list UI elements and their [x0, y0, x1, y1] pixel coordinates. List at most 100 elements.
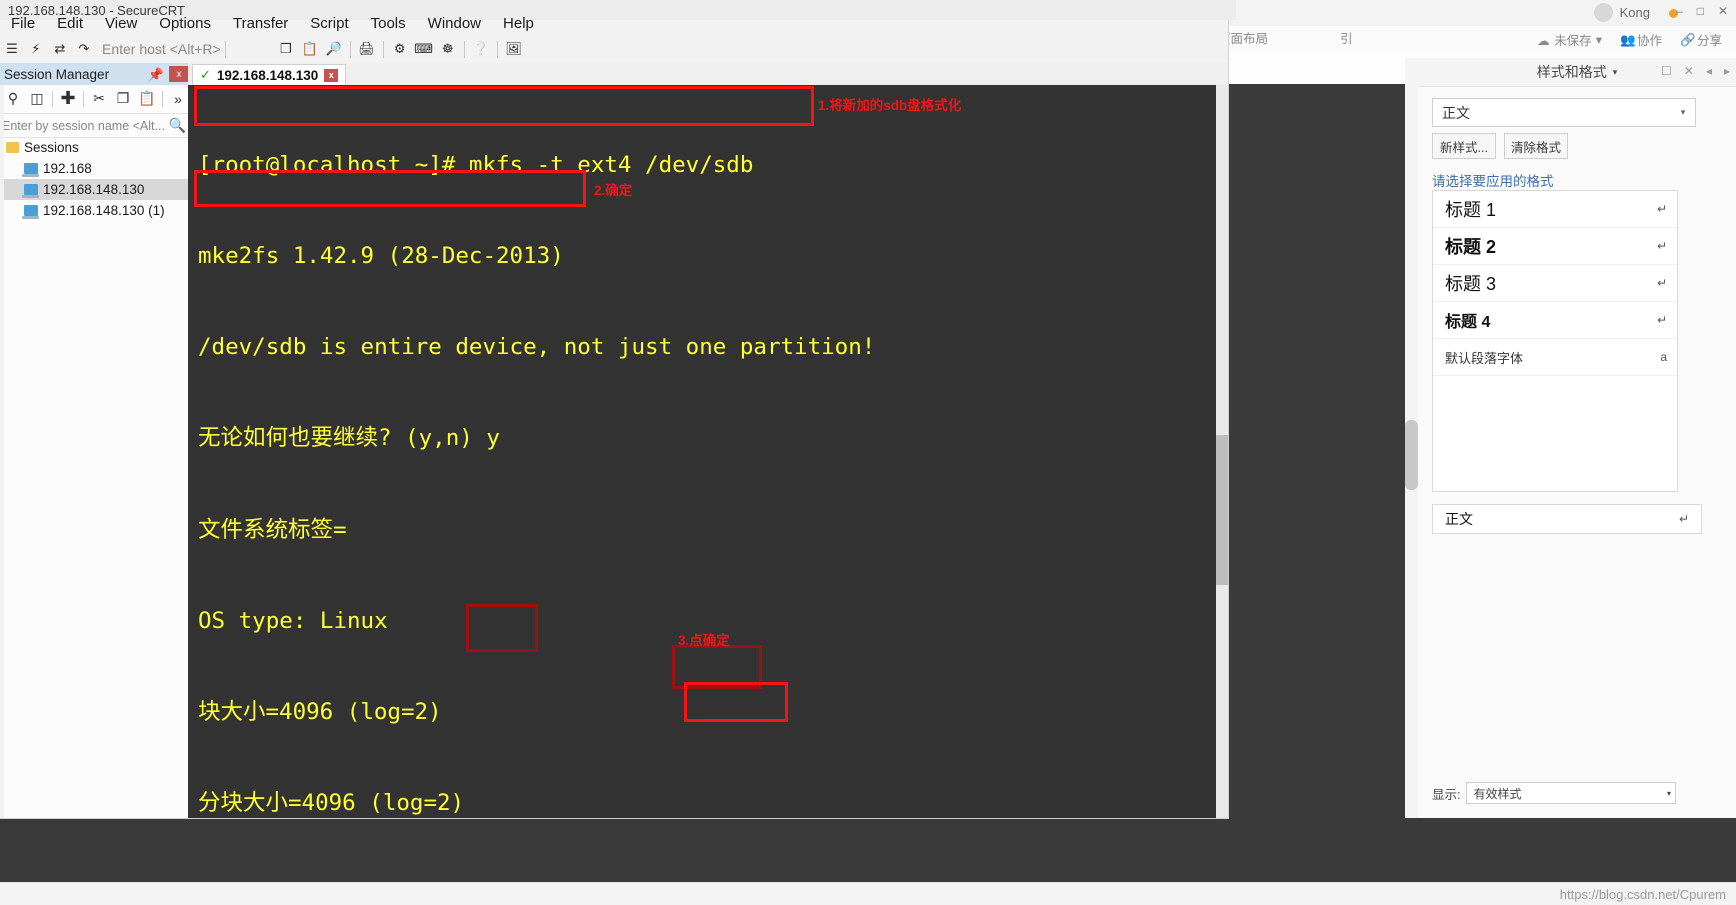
securecrt-toolbar: ☰ ⚡ ⇄ ↷ Enter host <Alt+R> ❐ 📋 🔎 🖨 ⚙ ⌨ ☸… [0, 36, 1228, 62]
current-style-field[interactable]: 正文 ▾ [1432, 98, 1696, 127]
paragraph-mark-icon: ↵ [1678, 512, 1689, 526]
sessions-root[interactable]: Sessions [0, 137, 188, 158]
more-icon[interactable]: » [167, 88, 189, 110]
toolbar-divider [382, 40, 384, 58]
connect-icon[interactable]: ⚲ [2, 88, 24, 110]
toolbar-divider [349, 40, 351, 58]
terminal-line: 文件系统标签= [198, 516, 347, 543]
close-icon[interactable]: ✕ [1684, 64, 1694, 78]
pin-icon[interactable]: 📌 [148, 67, 164, 83]
terminal-line: mke2fs 1.42.9 (28-Dec-2013) [198, 243, 564, 270]
filter-icon[interactable]: ☸ [436, 38, 460, 60]
sidebar-item-session-1[interactable]: 192.168.148.130 [0, 179, 188, 200]
paste-icon[interactable]: 📋 [136, 88, 158, 110]
toolbar-divider [496, 40, 498, 58]
host-input[interactable]: Enter host <Alt+R> [102, 41, 221, 57]
menu-tools[interactable]: Tools [360, 12, 417, 36]
session-manager-panel: Session Manager 📌 x ⚲ ◫ ✚ ✂ ❐ 📋 » Enter … [0, 63, 192, 818]
session-label: 192.168.148.130 [43, 182, 145, 197]
styles-pane: 样式和格式 ▾ ☐ ✕ ◂ ▸ 正文 ▾ 新样式... 清除格式 请选择要应用的… [1417, 58, 1736, 818]
toolbar-divider [83, 90, 84, 107]
new-window-icon[interactable]: ◫ [26, 88, 48, 110]
menu-window[interactable]: Window [417, 12, 492, 36]
session-label: 192.168 [43, 161, 92, 176]
menu-file[interactable]: File [0, 12, 46, 36]
copy-icon[interactable]: ❐ [112, 88, 134, 110]
list-item[interactable]: 标题 2 ↵ [1433, 228, 1677, 265]
copy-icon[interactable]: ❐ [274, 38, 298, 60]
cut-icon[interactable]: ✂ [88, 88, 110, 110]
terminal-output-area[interactable]: [root@localhost ~]# mkfs -t ext4 /dev/sd… [188, 85, 1228, 818]
share-label: 分享 [1696, 33, 1722, 48]
sidebar-item-session-0[interactable]: 192.168 [0, 158, 188, 179]
menu-script[interactable]: Script [299, 12, 359, 36]
sidebar-item-session-2[interactable]: 192.168.148.130 (1) [0, 200, 188, 221]
toolbar-divider [224, 40, 226, 58]
style-name: 标题 3 [1445, 274, 1497, 294]
session-tree[interactable]: Sessions 192.168 192.168.148.130 192.168… [0, 137, 188, 221]
ribbon-tab-ref[interactable]: 引 [1340, 29, 1353, 50]
close-icon[interactable]: ✕ [1718, 4, 1728, 18]
clone-session-icon[interactable]: ↷ [72, 38, 96, 60]
watermark-url: https://blog.csdn.net/Cpurem [1559, 887, 1726, 902]
body-style-row[interactable]: 正文 ↵ [1432, 504, 1702, 534]
menu-options[interactable]: Options [148, 12, 222, 36]
reconnect-icon[interactable]: ⇄ [48, 38, 72, 60]
gear-icon[interactable]: ⚙ [388, 38, 412, 60]
style-list[interactable]: 标题 1 ↵ 标题 2 ↵ 标题 3 ↵ 标题 4 ↵ 默认段落字体 a [1432, 190, 1678, 492]
quick-connect-icon[interactable]: ⚡ [24, 38, 48, 60]
wps-window-controls[interactable]: – □ ✕ [1676, 4, 1728, 18]
prev-icon[interactable]: ◂ [1706, 64, 1712, 78]
print-icon[interactable]: 🖨 [355, 38, 379, 60]
maximize-icon[interactable]: □ [1697, 4, 1704, 18]
share-button[interactable]: 🔗 分享 [1680, 30, 1722, 49]
annotation-label-step3: 3.点确定 [678, 633, 730, 648]
current-style-value: 正文 [1442, 104, 1470, 121]
style-name: 标题 4 [1445, 314, 1491, 331]
unsaved-label: 未保存 [1554, 33, 1592, 48]
session-filter-row[interactable]: Enter by session name <Alt... 🔍 [0, 113, 190, 138]
document-scrollbar-thumb[interactable] [1405, 420, 1418, 490]
menu-transfer[interactable]: Transfer [222, 12, 299, 36]
connected-check-icon: ✓ [200, 67, 211, 82]
menu-view[interactable]: View [94, 12, 148, 36]
paragraph-mark-icon: ↵ [1656, 239, 1667, 253]
list-item[interactable]: 标题 1 ↵ [1433, 191, 1677, 228]
add-session-icon[interactable]: ✚ [57, 88, 79, 110]
list-item[interactable]: 标题 4 ↵ [1433, 302, 1677, 339]
securecrt-menubar: File Edit View Options Transfer Script T… [0, 12, 1228, 36]
image-icon[interactable]: 🖼 [502, 38, 526, 60]
styles-pane-title: 样式和格式 [1536, 64, 1607, 80]
minimize-icon[interactable]: – [1676, 4, 1683, 18]
show-select[interactable]: 有效样式 ▾ [1466, 782, 1676, 804]
annotation-label-step2: 2.确定 [594, 183, 633, 198]
unsaved-status[interactable]: ☁ 未保存 ▾ [1537, 30, 1602, 49]
find-icon[interactable]: 🔎 [322, 38, 346, 60]
search-icon[interactable]: 🔍 [169, 117, 186, 134]
paste-icon[interactable]: 📋 [298, 38, 322, 60]
new-style-button[interactable]: 新样式... [1432, 133, 1496, 159]
keyboard-icon[interactable]: ⌨ [412, 38, 436, 60]
tab-session-192-168-148-130[interactable]: ✓ 192.168.148.130 x [192, 64, 347, 85]
restore-icon[interactable]: ☐ [1661, 64, 1672, 78]
chevron-down-icon[interactable]: ▾ [1672, 100, 1694, 125]
menu-edit[interactable]: Edit [46, 12, 94, 36]
menu-list-icon[interactable]: ☰ [0, 38, 24, 60]
show-label: 显示: [1432, 787, 1461, 802]
terminal-line: [root@localhost ~]# mkfs -t ext4 /dev/sd… [198, 151, 754, 178]
close-icon[interactable]: x [324, 68, 339, 82]
styles-pane-header-buttons[interactable]: ☐ ✕ ◂ ▸ [1661, 64, 1730, 78]
menu-help[interactable]: Help [492, 12, 545, 36]
session-label: 192.168.148.130 (1) [43, 203, 165, 218]
next-icon[interactable]: ▸ [1724, 64, 1730, 78]
collaborate-button[interactable]: 👥 协作 [1620, 30, 1662, 49]
close-icon[interactable]: x [169, 66, 189, 82]
list-item[interactable]: 标题 3 ↵ [1433, 265, 1677, 302]
wps-user-area[interactable]: Kong [1593, 3, 1650, 22]
session-filter-input[interactable]: Enter by session name <Alt... [2, 119, 165, 133]
help-icon[interactable]: ❔ [469, 38, 493, 60]
session-icon [22, 163, 39, 177]
clear-format-button[interactable]: 清除格式 [1504, 133, 1568, 159]
chevron-down-icon[interactable]: ▾ [1613, 67, 1618, 78]
list-item[interactable]: 默认段落字体 a [1433, 339, 1677, 376]
